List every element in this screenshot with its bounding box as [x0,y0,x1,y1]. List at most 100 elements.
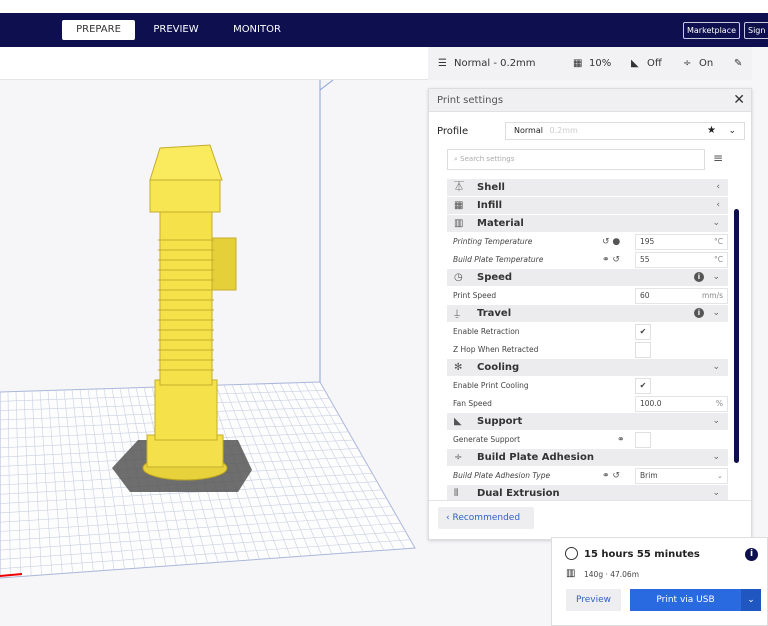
shell-icon: ⏄ [454,182,464,193]
travel-icon: ⍊ [454,308,460,319]
profile-select[interactable]: Normal 0.2mm ★ ⌄ [505,122,745,140]
profile-label: Profile [437,126,469,137]
info-icon[interactable]: i [694,272,704,282]
chevron-down-icon: ⌄ [712,308,720,318]
recommended-label: Recommended [452,513,521,523]
value: Brim [640,471,658,480]
setting-adhesion-type: Build Plate Adhesion Type ⚭ ↺ Brim ⌄ [447,467,728,485]
category-label: Infill [477,200,503,211]
category-label: Cooling [477,362,520,373]
title-strip [0,0,768,13]
value: 100.0 [640,399,662,408]
category-adhesion[interactable]: ÷ Build Plate Adhesion ⌄ [447,449,728,466]
value: 55 [640,255,650,264]
category-speed[interactable]: ◷ Speed i ⌄ [447,269,728,286]
settings-list: ⏄ Shell ‹ ▦ Infill ‹ ▥ Material ⌄ Printing Tem… [447,179,729,501]
adhesion-icon: ÷ [454,452,463,463]
summary-adhesion: On [699,58,714,69]
print-time: 15 hours 55 minutes [584,549,700,560]
setting-build-plate-temperature: Build Plate Temperature ⚭ ↺ 55 °C [447,251,728,269]
close-icon[interactable]: ✕ [733,89,745,112]
setting-label: Fan Speed [453,399,492,408]
category-cooling[interactable]: ✻ Cooling ⌄ [447,359,728,376]
print-via-usb-button[interactable]: Print via USB [630,589,741,611]
setting-fan-speed: Fan Speed 100.0% [447,395,728,413]
category-label: Speed [477,272,513,283]
material-icon: ▥ [566,568,576,579]
generate-support-checkbox[interactable] [635,432,651,448]
tab-monitor[interactable]: MONITOR [224,20,290,40]
unit: mm/s [701,291,723,300]
setting-z-hop: Z Hop When Retracted [447,341,728,359]
z-hop-checkbox[interactable] [635,342,651,358]
clock-icon [565,547,578,560]
divider [429,500,751,501]
adhesion-icon: ÷ [683,58,692,69]
setting-label: Printing Temperature [453,237,533,246]
chevron-left-icon: ‹ [716,200,720,210]
search-placeholder: Search settings [460,155,515,163]
job-summary-card: 15 hours 55 minutes i ▥ 140g · 47.06m Pr… [551,537,768,626]
fan-speed-input[interactable]: 100.0% [635,396,728,412]
settings-summary-bar[interactable]: ☰ Normal - 0.2mm ▦ 10% ◣ Off ÷ On ✎ [428,47,752,80]
category-label: Dual Extrusion [477,488,560,499]
category-label: Support [477,416,523,427]
enable-cooling-checkbox[interactable]: ✔ [635,378,651,394]
chevron-down-icon: ⌄ [716,471,723,480]
tab-preview[interactable]: PREVIEW [145,20,207,40]
category-support[interactable]: ◣ Support ⌄ [447,413,728,430]
recommended-button[interactable]: ‹ Recommended [438,507,534,529]
link-icon[interactable]: ⚭ ↺ [602,467,620,485]
info-icon[interactable]: i [745,548,758,561]
tab-prepare[interactable]: PREPARE [62,20,135,40]
category-infill[interactable]: ▦ Infill ‹ [447,197,728,214]
chevron-left-icon: ‹ [716,182,720,192]
setting-label: Build Plate Temperature [453,255,544,264]
reset-icon[interactable]: ↺ ● [602,233,620,251]
panel-title: Print settings [429,89,751,112]
adhesion-type-select[interactable]: Brim ⌄ [635,468,728,484]
summary-infill: 10% [589,58,612,69]
unit: °C [714,237,723,246]
pencil-icon[interactable]: ✎ [734,58,742,69]
link-icon[interactable]: ⚭ ↺ [602,251,620,269]
top-header: PREPARE PREVIEW MONITOR Marketplace Sign… [0,13,768,47]
menu-icon[interactable]: ≡ [713,151,723,165]
enable-retraction-checkbox[interactable]: ✔ [635,324,651,340]
print-settings-panel: Print settings ✕ Profile Normal 0.2mm ★ … [428,88,752,540]
star-icon[interactable]: ★ [707,123,716,139]
marketplace-button[interactable]: Marketplace [683,22,741,39]
chevron-down-icon: ⌄ [712,362,720,372]
value: 60 [640,291,650,300]
chevron-down-icon: ⌄ [712,452,720,462]
unit: °C [714,255,723,264]
category-label: Material [477,218,524,229]
sign-in-button[interactable]: Sign in [744,22,768,39]
summary-profile: Normal - 0.2mm [454,58,536,69]
summary-support: Off [647,58,662,69]
category-dual-extrusion[interactable]: ⫴ Dual Extrusion ⌄ [447,485,728,501]
settings-scrollbar[interactable] [734,209,739,463]
support-icon: ◣ [454,416,462,427]
chevron-down-icon: ⌄ [712,218,720,228]
chevron-down-icon[interactable]: ⌄ [741,589,761,611]
info-icon[interactable]: i [694,308,704,318]
build-plate-temperature-input[interactable]: 55 °C [635,252,728,268]
print-speed-input[interactable]: 60 mm/s [635,288,728,304]
link-icon[interactable]: ⚭ [617,431,625,449]
category-shell[interactable]: ⏄ Shell ‹ [447,179,728,196]
setting-label: Generate Support [453,435,521,444]
preview-button[interactable]: Preview [566,589,621,611]
setting-label: Enable Print Cooling [453,381,529,390]
category-travel[interactable]: ⍊ Travel i ⌄ [447,305,728,322]
infill-icon: ▦ [573,58,583,69]
chevron-down-icon: ⌄ [712,272,720,282]
printing-temperature-input[interactable]: 195 °C [635,234,728,250]
support-icon: ◣ [631,58,639,69]
search-input[interactable]: ⌕ Search settings [447,149,705,170]
value: 195 [640,237,655,246]
speed-icon: ◷ [454,272,463,283]
chevron-down-icon: ⌄ [712,416,720,426]
profile-sub: 0.2mm [549,126,578,135]
category-material[interactable]: ▥ Material ⌄ [447,215,728,232]
